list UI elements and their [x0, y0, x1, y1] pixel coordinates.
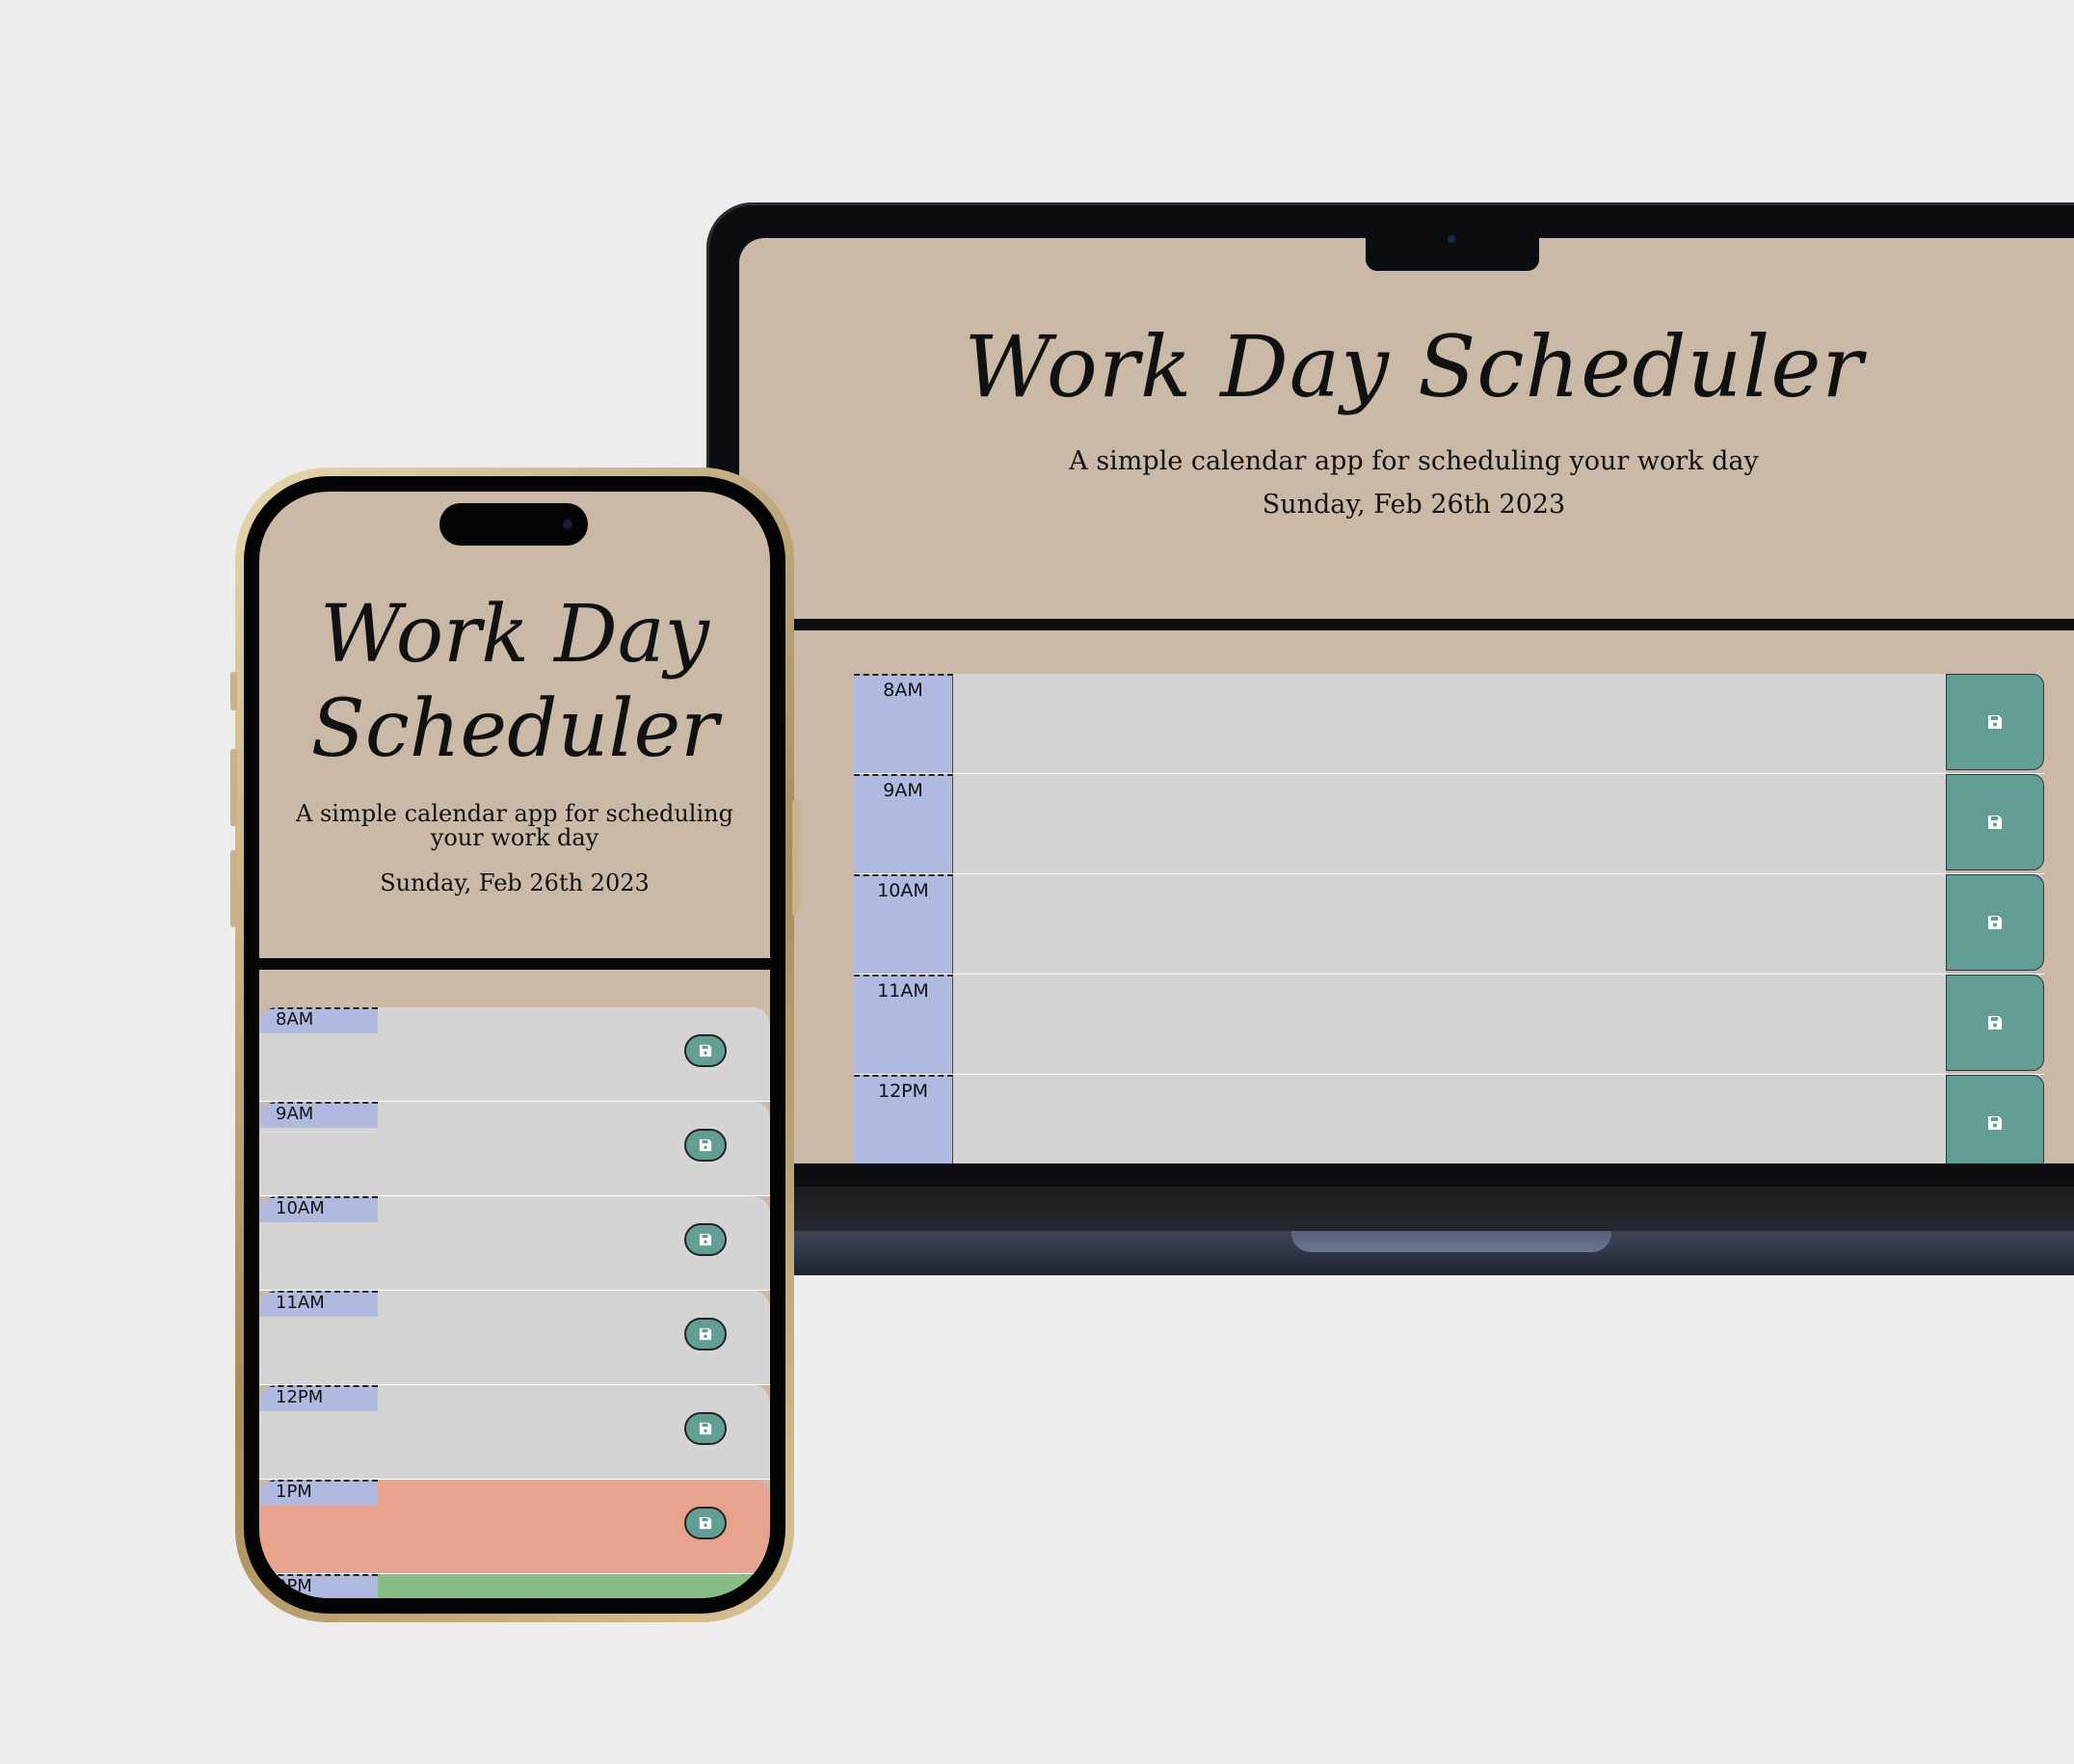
time-block-row: 8AM	[854, 674, 2044, 774]
save-icon	[1987, 815, 2003, 830]
save-button[interactable]	[1946, 975, 2044, 1071]
page-title-line: Work Day	[320, 589, 709, 681]
phone-volume-down-button	[230, 850, 237, 927]
save-button[interactable]	[1946, 674, 2044, 770]
camera-icon	[1448, 235, 1455, 243]
save-button[interactable]	[684, 1507, 727, 1539]
phone-power-button	[792, 800, 799, 916]
page-title: Work Day Scheduler	[964, 317, 1864, 416]
event-textarea[interactable]	[953, 975, 1946, 1074]
laptop-screen: Work Day Scheduler A simple calendar app…	[739, 238, 2074, 1163]
time-block-row: 12PM	[259, 1385, 770, 1480]
phone-action-button	[230, 672, 237, 710]
time-block-row: 1PM	[259, 1480, 770, 1574]
header-divider	[739, 619, 2074, 630]
time-block-list: 8AM 9AM 10AM	[854, 674, 2044, 1163]
time-block-row: 11AM	[854, 975, 2044, 1075]
save-button[interactable]	[1946, 874, 2044, 971]
hour-label: 10AM	[854, 874, 953, 974]
time-block-row: 9AM	[854, 774, 2044, 874]
save-icon	[699, 1044, 712, 1057]
time-block-row: 10AM	[259, 1196, 770, 1291]
save-button[interactable]	[1946, 774, 2044, 870]
save-button[interactable]	[684, 1223, 727, 1256]
phone-screen: Work Day Scheduler A simple calendar app…	[259, 492, 770, 1598]
hour-label: 9AM	[854, 774, 953, 873]
page-title: Work Day Scheduler	[259, 588, 770, 777]
hour-label: 11AM	[259, 1291, 378, 1317]
page-title-line: Scheduler	[310, 683, 719, 775]
hour-label: 12PM	[259, 1385, 378, 1411]
save-icon	[1987, 915, 2003, 930]
save-icon	[699, 1516, 712, 1530]
hour-label: 12PM	[854, 1075, 953, 1163]
hour-label: 8AM	[854, 674, 953, 773]
current-date: Sunday, Feb 26th 2023	[380, 869, 650, 896]
save-icon	[699, 1327, 712, 1341]
current-date: Sunday, Feb 26th 2023	[1262, 490, 1566, 520]
save-icon	[699, 1422, 712, 1435]
page-subtitle: A simple calendar app for scheduling you…	[296, 800, 733, 851]
save-icon	[699, 1138, 712, 1152]
laptop-opening-notch	[1291, 1231, 1611, 1252]
time-block-row: 11AM	[259, 1291, 770, 1385]
save-button[interactable]	[684, 1412, 727, 1445]
header-divider	[259, 958, 770, 970]
time-block-row: 8AM	[259, 1007, 770, 1102]
time-block-row: 2PM	[259, 1574, 770, 1598]
hour-label: 1PM	[259, 1480, 378, 1506]
save-button[interactable]	[684, 1318, 727, 1350]
save-icon	[1987, 1115, 2003, 1131]
hour-label: 9AM	[259, 1102, 378, 1128]
time-block-row: 12PM	[854, 1075, 2044, 1163]
time-block-list: 8AM 9AM 10AM	[259, 1007, 770, 1598]
event-textarea[interactable]	[953, 874, 1946, 974]
hour-label: 11AM	[854, 975, 953, 1074]
laptop-hinge	[781, 1187, 2074, 1231]
hour-label: 8AM	[259, 1007, 378, 1033]
time-block-row: 9AM	[259, 1102, 770, 1196]
camera-icon	[563, 520, 572, 529]
save-icon	[1987, 1015, 2003, 1030]
save-button[interactable]	[684, 1129, 727, 1162]
save-icon	[699, 1233, 712, 1246]
hour-label: 10AM	[259, 1196, 378, 1222]
phone-volume-up-button	[230, 749, 237, 826]
save-button[interactable]	[684, 1034, 727, 1067]
page-subtitle: A simple calendar app for scheduling you…	[1069, 446, 1759, 476]
mockup-stage: Work Day Scheduler A simple calendar app…	[0, 0, 2074, 1764]
hour-label: 2PM	[259, 1574, 378, 1598]
event-textarea[interactable]	[953, 774, 1946, 873]
time-block-row: 10AM	[854, 874, 2044, 975]
laptop-bezel	[706, 1163, 2074, 1187]
save-button[interactable]	[1946, 1075, 2044, 1163]
event-textarea[interactable]	[953, 1075, 1946, 1163]
save-icon	[1987, 714, 2003, 730]
event-textarea[interactable]	[953, 674, 1946, 773]
laptop-header: Work Day Scheduler A simple calendar app…	[739, 238, 2074, 619]
